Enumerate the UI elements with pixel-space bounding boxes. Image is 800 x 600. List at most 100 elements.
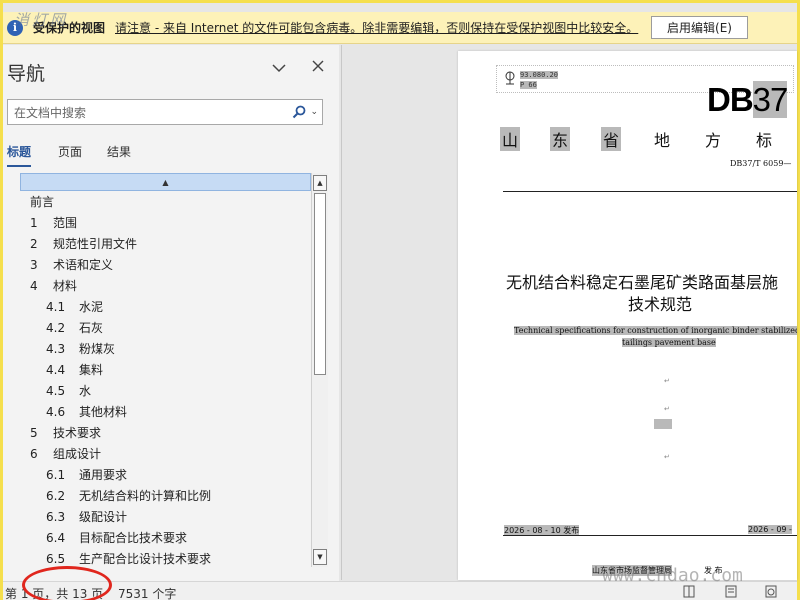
paragraph-mark-icon: ↵ (664, 405, 670, 413)
heading-number: 4.1 (46, 299, 66, 314)
db-number: 37 (752, 81, 788, 118)
nav-heading-item[interactable]: 4.4 集料 (20, 359, 311, 380)
nav-heading-item[interactable]: 前言 (20, 191, 311, 212)
nav-heading-item[interactable]: 6.3 级配设计 (20, 506, 311, 527)
heading-number: 5 (30, 425, 38, 440)
heading-text: 术语和定义 (53, 258, 114, 272)
window-frame-top (0, 0, 800, 3)
nav-heading-item[interactable]: 5 技术要求 (20, 422, 311, 443)
province-char: 标 (756, 131, 773, 150)
nav-scrollbar[interactable]: ▲ ▼ (311, 173, 328, 567)
heading-text: 规范性引用文件 (53, 237, 138, 251)
nav-heading-item[interactable]: 4.6 其他材料 (20, 401, 311, 422)
ccs-code: P 66 (520, 81, 537, 89)
heading-text: 石灰 (79, 321, 104, 335)
site-watermark: www.cndao.com (602, 565, 743, 586)
highlight-block (654, 419, 672, 429)
heading-number: 4.5 (46, 383, 66, 398)
nav-heading-item[interactable]: 6.4 目标配合比技术要求 (20, 527, 311, 548)
province-char: 山 (500, 127, 521, 151)
province-char: 省 (601, 127, 622, 151)
nav-heading-item[interactable]: 4.1 水泥 (20, 296, 311, 317)
tab-headings[interactable]: 标题 (7, 143, 32, 167)
nav-heading-item[interactable]: 6.1 通用要求 (20, 464, 311, 485)
heading-text: 其他材料 (79, 405, 128, 419)
heading-text: 生产配合比设计技术要求 (79, 552, 212, 566)
nav-heading-item[interactable]: 6.2 无机结合料的计算和比例 (20, 485, 311, 506)
scroll-thumb[interactable] (314, 193, 326, 375)
document-page[interactable]: 93.080.20 P 66 DB37 山 东 省 地 方 标 DB37/T 6… (458, 51, 797, 580)
heading-number: 4.2 (46, 320, 66, 335)
heading-text: 目标配合比技术要求 (79, 531, 188, 545)
heading-number: 1 (30, 215, 38, 230)
province-char: 地 (654, 131, 671, 150)
search-options-icon[interactable]: ⌄ (310, 107, 318, 117)
heading-number: 2 (30, 236, 38, 251)
heading-number: 4 (30, 278, 38, 293)
footer-rule (503, 535, 797, 536)
ics-code: 93.080.20 (520, 71, 558, 79)
heading-number: 4.6 (46, 404, 66, 419)
db-logo: DB37 (707, 81, 788, 119)
nav-heading-item[interactable]: 1 范围 (20, 212, 311, 233)
pane-divider[interactable] (341, 45, 342, 580)
heading-number: 6 (30, 446, 38, 461)
nav-heading-item[interactable]: ◢6组成设计 (20, 443, 311, 464)
heading-number: 4.4 (46, 362, 66, 377)
paragraph-mark-icon: ↵ (664, 377, 670, 385)
db-prefix: DB (707, 81, 754, 118)
heading-list: 前言1范围2规范性引用文件3术语和定义◢4材料4.1水泥4.2石灰4.3粉煤灰4… (20, 191, 311, 567)
nav-heading-item[interactable]: 4.5 水 (20, 380, 311, 401)
watermark-logo: 消灯网 (14, 11, 69, 29)
chevron-down-icon[interactable] (271, 61, 287, 75)
read-mode-icon[interactable] (683, 585, 695, 598)
scroll-down-icon[interactable]: ▼ (313, 549, 327, 565)
web-layout-icon[interactable] (765, 585, 777, 598)
heading-text: 水泥 (79, 300, 104, 314)
province-standard-heading: 山 东 省 地 方 标 (500, 127, 797, 151)
heading-number: 6.4 (46, 530, 66, 545)
heading-text: 组成设计 (53, 447, 102, 461)
search-input[interactable]: 在文档中搜索 ⌄ (7, 99, 323, 125)
paragraph-mark-icon: ↵ (664, 453, 670, 461)
heading-number: 6.1 (46, 467, 66, 482)
nav-heading-item[interactable]: ◢4材料 (20, 275, 311, 296)
protected-view-bar: i 受保护的视图 请注意 - 来自 Internet 的文件可能包含病毒。除非需… (3, 12, 797, 44)
heading-number: 4.3 (46, 341, 66, 356)
standard-logo-icon (505, 71, 515, 85)
close-icon[interactable] (311, 59, 325, 73)
province-char: 方 (705, 131, 722, 150)
heading-text: 材料 (53, 279, 78, 293)
heading-text: 水 (79, 384, 92, 398)
heading-text: 通用要求 (79, 468, 128, 482)
protected-view-message[interactable]: 请注意 - 来自 Internet 的文件可能包含病毒。除非需要编辑，否则保持在… (115, 19, 638, 36)
navigation-pane: 导航 在文档中搜索 ⌄ 标题 页面 结果 ▲ 前言 1 范围 2 规范性引用文件 3 术语和… (3, 45, 339, 585)
heading-tree: ▲ 前言1范围2规范性引用文件3术语和定义◢4材料4.1水泥4.2石灰4.3粉煤… (20, 173, 328, 567)
word-count[interactable]: 7531 个字 (118, 585, 176, 600)
english-title-line1: Technical specifications for constructio… (514, 326, 797, 335)
nav-heading-item[interactable]: 2 规范性引用文件 (20, 233, 311, 254)
search-icon[interactable] (288, 102, 310, 122)
english-title-line2: tailings pavement base (622, 338, 716, 347)
collapse-all-icon[interactable]: ▲ (20, 173, 311, 191)
tab-results[interactable]: 结果 (107, 143, 131, 165)
heading-text: 级配设计 (79, 510, 128, 524)
nav-heading-item[interactable]: 4.2 石灰 (20, 317, 311, 338)
header-rule (503, 191, 797, 192)
chinese-title-line1: 无机结合料稳定石墨尾矿类路面基层施 (506, 273, 779, 292)
tab-pages[interactable]: 页面 (58, 143, 82, 165)
enable-editing-button[interactable]: 启用编辑(E) (651, 16, 748, 39)
nav-heading-item[interactable]: 3 术语和定义 (20, 254, 311, 275)
heading-number: 3 (30, 257, 38, 272)
heading-text: 范围 (53, 216, 78, 230)
search-placeholder: 在文档中搜索 (14, 105, 87, 120)
scroll-up-icon[interactable]: ▲ (313, 175, 327, 191)
heading-number: 6.5 (46, 551, 66, 566)
nav-heading-item[interactable]: 4.3 粉煤灰 (20, 338, 311, 359)
heading-text: 前言 (30, 195, 55, 209)
heading-text: 技术要求 (53, 426, 102, 440)
province-char: 东 (550, 127, 571, 151)
heading-number: 6.3 (46, 509, 66, 524)
nav-heading-item[interactable]: 6.5 生产配合比设计技术要求 (20, 548, 311, 567)
print-layout-icon[interactable] (725, 585, 737, 598)
